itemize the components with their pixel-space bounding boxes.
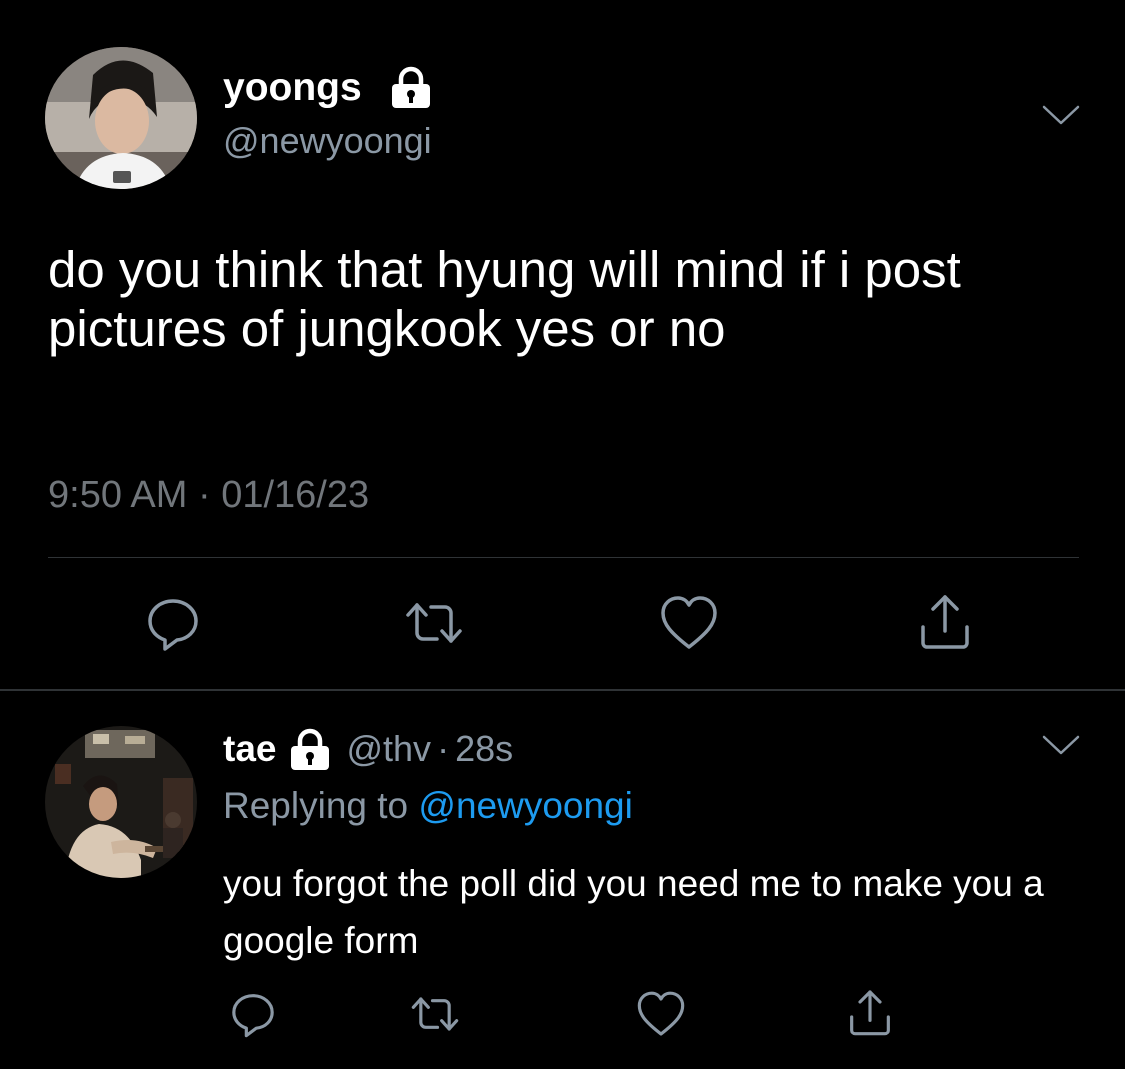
separator-dot: · [437, 728, 450, 769]
reply-header: tae @thv · 28s [223, 727, 513, 771]
lock-icon [389, 66, 433, 108]
chevron-down-icon[interactable] [1042, 734, 1080, 756]
replying-to-line: Replying to @newyoongi [223, 783, 633, 829]
replying-to-mention-link[interactable]: @newyoongi [418, 785, 632, 826]
replying-to-label: Replying to [223, 785, 409, 826]
heart-icon[interactable] [659, 593, 719, 653]
divider [48, 557, 1079, 558]
reply-icon[interactable] [228, 989, 278, 1039]
reply-author-name[interactable]: tae [223, 727, 276, 771]
main-author-avatar[interactable] [45, 47, 197, 189]
reply-author-handle[interactable]: @thv [346, 727, 431, 771]
share-icon[interactable] [845, 987, 895, 1037]
reply-tweet-text: you forgot the poll did you need me to m… [223, 863, 1044, 961]
main-author-name[interactable]: yoongs [223, 66, 362, 110]
avatar-photo [45, 47, 197, 189]
share-icon[interactable] [915, 591, 975, 651]
reply-icon[interactable] [143, 593, 203, 653]
lock-icon [288, 728, 332, 770]
section-divider [0, 689, 1125, 691]
retweet-icon[interactable] [404, 593, 464, 653]
chevron-down-icon[interactable] [1042, 104, 1080, 126]
reply-age[interactable]: 28s [455, 727, 513, 771]
main-author-handle[interactable]: @newyoongi [223, 119, 432, 163]
retweet-icon[interactable] [410, 989, 460, 1039]
main-tweet-text: do you think that hyung will mind if i p… [48, 241, 961, 357]
tweet-timestamp[interactable]: 9:50 AM · 01/16/23 [48, 471, 369, 519]
avatar-photo [45, 726, 197, 878]
reply-author-avatar[interactable] [45, 726, 197, 878]
heart-icon[interactable] [636, 989, 686, 1039]
